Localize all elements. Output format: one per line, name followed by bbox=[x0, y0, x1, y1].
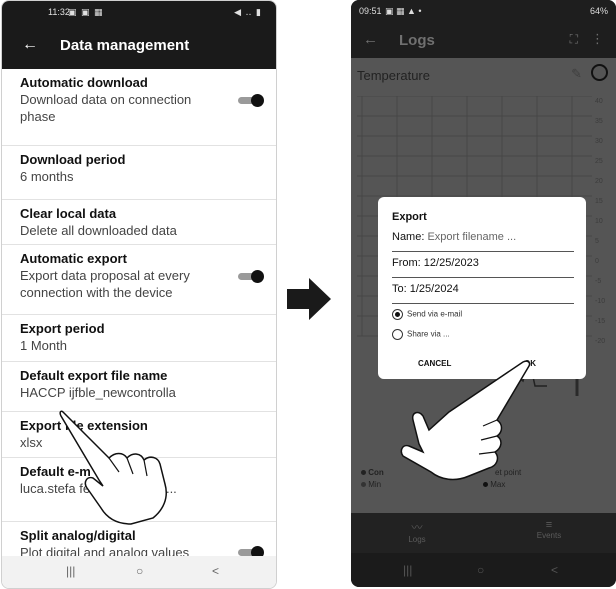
setting-title: Automatic export bbox=[20, 251, 127, 266]
from-label: From: bbox=[392, 257, 421, 269]
notification-icons: ▣ ▣ ▦ bbox=[68, 7, 104, 17]
y-tick: -5 bbox=[595, 278, 602, 285]
from-value: 12/25/2023 bbox=[423, 257, 479, 269]
setting-title: Split analog/digital bbox=[20, 528, 136, 543]
radio-label: Send via e-mail bbox=[407, 309, 463, 319]
to-date-field[interactable]: To: 1/25/2024 bbox=[392, 283, 574, 304]
export-dialog: Export Name: Export filename ... From: 1… bbox=[378, 197, 586, 379]
tab-logs[interactable]: 〰 Logs bbox=[377, 519, 457, 544]
back-arrow-icon[interactable]: ← bbox=[22, 36, 38, 54]
y-tick: 30 bbox=[595, 138, 603, 145]
setting-title: Export period bbox=[20, 321, 105, 336]
section-title: Temperature bbox=[357, 68, 430, 83]
right-arrow-icon bbox=[287, 278, 331, 320]
y-tick: 15 bbox=[595, 198, 603, 205]
nav-back-icon[interactable]: < bbox=[212, 564, 219, 578]
y-tick: 25 bbox=[595, 158, 603, 165]
status-bar: 09:51 ▣ ▦ ▲ • 64% bbox=[351, 0, 616, 22]
nav-back-icon[interactable]: < bbox=[551, 563, 558, 577]
system-nav-bar: ||| ○ < bbox=[2, 556, 276, 588]
share-via-radio[interactable]: Share via ... bbox=[392, 329, 450, 340]
radio-selected-icon bbox=[392, 309, 403, 320]
home-icon[interactable]: ○ bbox=[136, 564, 143, 578]
y-tick: -10 bbox=[595, 298, 606, 305]
left-phone-screen: 11:32 ▣ ▣ ▦ ◀ ‥ ▮ ← Data management Auto… bbox=[1, 0, 277, 589]
status-bar: 11:32 ▣ ▣ ▦ ◀ ‥ ▮ bbox=[2, 1, 276, 23]
bottom-tab-bar: 〰 Logs ≡ Events bbox=[351, 513, 616, 553]
radio-label: Share via ... bbox=[407, 329, 450, 339]
page-title: Logs bbox=[399, 32, 435, 49]
setting-subtitle: Export data proposal at every connection… bbox=[20, 268, 190, 300]
notification-icons: ▣ ▦ ▲ • bbox=[385, 6, 422, 16]
setting-subtitle: Download data on connection phase bbox=[20, 92, 192, 124]
y-axis-labels: 40 35 30 25 20 15 10 5 0 -5 -10 -15 -20 bbox=[591, 96, 611, 396]
events-list-icon: ≡ bbox=[545, 519, 553, 531]
battery-indicator: 64% bbox=[589, 6, 608, 16]
tab-label: Events bbox=[536, 531, 562, 540]
automatic-download-toggle[interactable] bbox=[238, 94, 264, 107]
y-tick: 5 bbox=[595, 238, 599, 245]
tab-events[interactable]: ≡ Events bbox=[509, 519, 589, 540]
app-bar: ← Data management bbox=[2, 23, 276, 69]
to-label: To: bbox=[392, 283, 407, 295]
setting-default-export-file-name[interactable]: Default export file name HACCP ijfble_ne… bbox=[2, 362, 276, 412]
setting-title: Automatic download bbox=[20, 75, 148, 90]
setting-subtitle: Delete all downloaded data bbox=[20, 223, 177, 238]
name-placeholder: Export filename ... bbox=[427, 231, 517, 243]
setting-download-period[interactable]: Download period 6 months bbox=[2, 146, 276, 200]
setting-subtitle: 6 months bbox=[20, 169, 74, 184]
setting-subtitle: 1 Month bbox=[20, 338, 67, 353]
pointing-hand-icon bbox=[59, 410, 167, 525]
y-tick: 10 bbox=[595, 218, 603, 225]
setting-subtitle: HACCP ijfble_newcontrolla bbox=[20, 385, 176, 400]
back-arrow-icon[interactable]: ← bbox=[363, 31, 378, 48]
from-date-field[interactable]: From: 12/25/2023 bbox=[392, 257, 574, 278]
signal-icons: ◀ ‥ ▮ bbox=[234, 7, 262, 17]
pointing-hand-icon bbox=[400, 360, 531, 481]
legend-entry: Con bbox=[368, 468, 384, 477]
clock-icon[interactable] bbox=[591, 64, 608, 81]
y-tick: -20 bbox=[595, 338, 606, 345]
page-title: Data management bbox=[60, 37, 190, 54]
to-value: 1/25/2024 bbox=[409, 283, 459, 295]
y-tick: 20 bbox=[595, 178, 603, 185]
more-options-icon[interactable]: ⋮ bbox=[591, 31, 604, 47]
setting-title: Clear local data bbox=[20, 206, 117, 221]
setting-title: Download period bbox=[20, 152, 126, 167]
automatic-export-toggle[interactable] bbox=[238, 270, 264, 283]
setting-clear-local-data[interactable]: Clear local data Delete all downloaded d… bbox=[2, 200, 276, 245]
name-label: Name: bbox=[392, 231, 425, 243]
logs-chart-icon: 〰 bbox=[411, 522, 423, 534]
edit-icon[interactable]: ✎ bbox=[571, 66, 582, 82]
y-tick: 40 bbox=[595, 98, 603, 105]
status-time: 09:51 bbox=[359, 6, 382, 16]
setting-export-period[interactable]: Export period 1 Month bbox=[2, 315, 276, 362]
y-tick: -15 bbox=[595, 318, 606, 325]
setting-automatic-download[interactable]: Automatic download Download data on conn… bbox=[2, 69, 276, 146]
y-tick: 0 bbox=[595, 258, 599, 265]
fullscreen-icon[interactable]: ⛶ bbox=[570, 32, 578, 47]
legend-entry: Min bbox=[368, 480, 382, 489]
y-tick: 35 bbox=[595, 118, 603, 125]
recents-icon[interactable]: ||| bbox=[66, 564, 75, 578]
app-bar: ← Logs ⛶ ⋮ bbox=[351, 22, 616, 58]
status-time: 11:32 bbox=[48, 7, 70, 17]
setting-automatic-export[interactable]: Automatic export Export data proposal at… bbox=[2, 245, 276, 315]
recents-icon[interactable]: ||| bbox=[403, 563, 412, 577]
send-email-radio[interactable]: Send via e-mail bbox=[392, 309, 462, 320]
tab-label: Logs bbox=[408, 535, 426, 544]
system-nav-bar: ||| ○ < bbox=[351, 553, 616, 587]
name-field[interactable]: Name: Export filename ... bbox=[392, 231, 574, 252]
radio-unselected-icon bbox=[392, 329, 403, 340]
setting-title: Default export file name bbox=[20, 368, 168, 383]
home-icon[interactable]: ○ bbox=[477, 563, 484, 577]
right-phone-screen: 09:51 ▣ ▦ ▲ • 64% ← Logs ⛶ ⋮ Temperature… bbox=[351, 0, 616, 587]
dialog-title: Export bbox=[392, 211, 427, 223]
